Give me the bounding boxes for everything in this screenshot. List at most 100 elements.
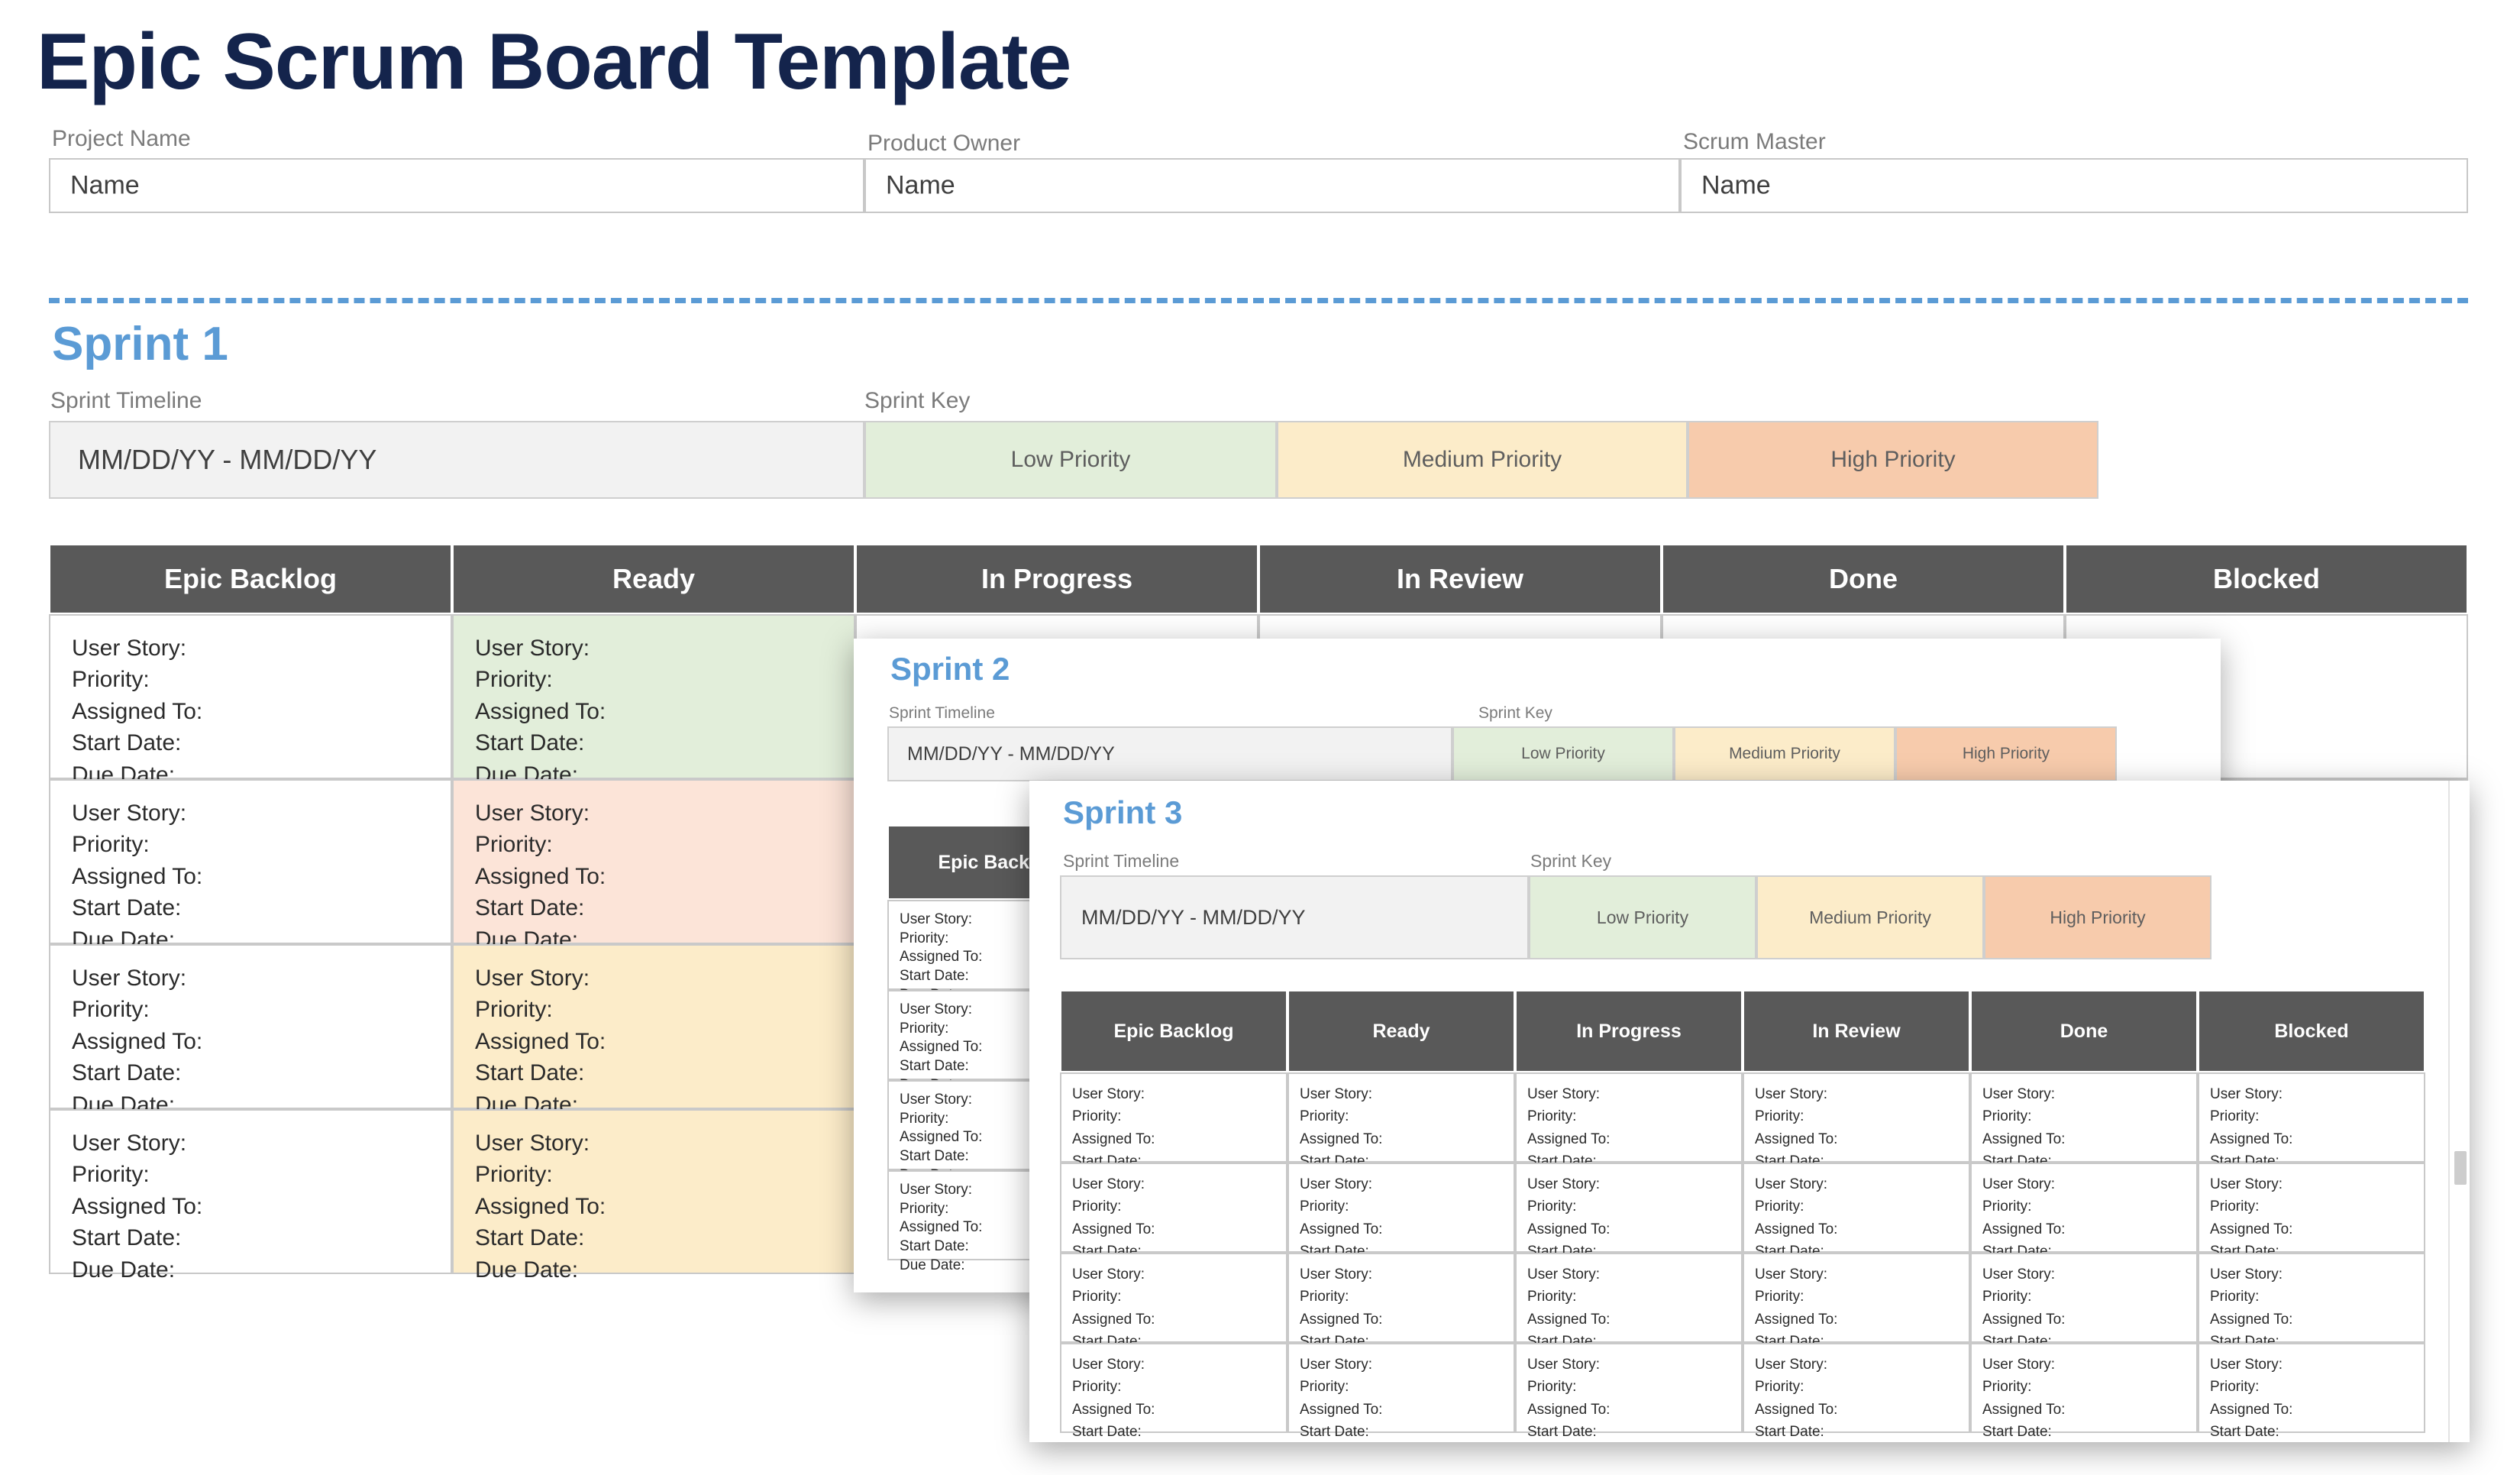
- story-card-field: Assigned To:: [1300, 1401, 1383, 1418]
- story-card-field: Priority:: [1527, 1108, 1577, 1125]
- story-card[interactable]: User Story:Priority:Assigned To:Start Da…: [1287, 1163, 1515, 1283]
- board-column-header: Done: [1662, 544, 2065, 614]
- vertical-scrollbar[interactable]: [2448, 781, 2470, 1442]
- story-card-field: Assigned To:: [2210, 1401, 2293, 1418]
- story-card-field: Priority:: [2210, 1198, 2260, 1215]
- story-card[interactable]: User Story:Priority:Assigned To:Start Da…: [452, 944, 855, 1118]
- story-card[interactable]: User Story:Priority:Assigned To:Start Da…: [1970, 1072, 2198, 1192]
- story-card-field: User Story:: [1755, 1086, 1828, 1102]
- story-card-field: User Story:: [1300, 1266, 1373, 1283]
- story-card-field: Start Date:: [2210, 1424, 2279, 1441]
- story-card[interactable]: User Story:Priority:Assigned To:Start Da…: [1287, 1343, 1515, 1440]
- story-card-field: Priority:: [72, 1162, 150, 1188]
- story-card-field: Start Date:: [475, 730, 585, 756]
- story-card-field: Assigned To:: [1982, 1401, 2066, 1418]
- story-card[interactable]: User Story:Priority:Assigned To:Start Da…: [1515, 1253, 1743, 1373]
- story-card-field: Priority:: [1755, 1198, 1804, 1215]
- story-card[interactable]: User Story:Priority:Assigned To:Start Da…: [452, 614, 855, 788]
- sprint-1-timeline-value[interactable]: MM/DD/YY - MM/DD/YY: [49, 421, 864, 499]
- story-card-field: Start Date:: [72, 730, 182, 756]
- sprint-2-key-medium: Medium Priority: [1674, 726, 1895, 781]
- sprint-2-timeline-value[interactable]: MM/DD/YY - MM/DD/YY: [887, 726, 1452, 781]
- story-card-field: Assigned To:: [1755, 1221, 1838, 1237]
- sprint-3-timeline-value[interactable]: MM/DD/YY - MM/DD/YY: [1060, 875, 1529, 959]
- story-card[interactable]: User Story:Priority:Assigned To:Start Da…: [1287, 1072, 1515, 1192]
- board-column-header: Epic Backlog: [49, 544, 452, 614]
- story-card[interactable]: User Story:Priority:Assigned To:Start Da…: [2198, 1163, 2425, 1283]
- story-card[interactable]: User Story:Priority:Assigned To:Start Da…: [1743, 1343, 1970, 1440]
- story-card[interactable]: User Story:Priority:Assigned To:Start Da…: [49, 1109, 452, 1283]
- story-card[interactable]: User Story:Priority:Assigned To:Start Da…: [1287, 1253, 1515, 1373]
- sprint-2-key-label: Sprint Key: [1478, 704, 1552, 722]
- story-card-field: User Story:: [475, 636, 590, 661]
- story-card-field: Assigned To:: [1527, 1401, 1611, 1418]
- story-card[interactable]: User Story:Priority:Assigned To:Start Da…: [1060, 1343, 1287, 1440]
- project-name-label: Project Name: [52, 126, 191, 151]
- story-card-field: Priority:: [2210, 1379, 2260, 1396]
- product-owner-field[interactable]: Name: [864, 158, 1680, 213]
- product-owner-value: Name: [886, 170, 955, 200]
- story-card-field: Start Date:: [1300, 1424, 1369, 1441]
- scrum-master-value: Name: [1701, 170, 1771, 200]
- story-card-field: Assigned To:: [1755, 1311, 1838, 1328]
- story-card[interactable]: User Story:Priority:Assigned To:Start Da…: [2198, 1343, 2425, 1440]
- story-card-field: Priority:: [1982, 1289, 2032, 1305]
- scrum-master-field[interactable]: Name: [1680, 158, 2468, 213]
- story-card-field: Priority:: [1755, 1289, 1804, 1305]
- sprint-2-key-high: High Priority: [1895, 726, 2117, 781]
- story-card-field: User Story:: [1300, 1357, 1373, 1373]
- story-card-field: Priority:: [475, 997, 553, 1023]
- story-card-field: Priority:: [1755, 1379, 1804, 1396]
- story-card[interactable]: User Story:Priority:Assigned To:Start Da…: [452, 1109, 855, 1283]
- story-card[interactable]: User Story:Priority:Assigned To:Start Da…: [1743, 1072, 1970, 1192]
- story-card-field: Priority:: [1072, 1379, 1122, 1396]
- sprint-3-board: Epic Backlog Ready In Progress In Review Don…: [1060, 990, 2428, 1440]
- sprint-1-title: Sprint 1: [52, 318, 228, 370]
- board-column-header: Epic Backlog: [1060, 990, 1287, 1072]
- story-card[interactable]: User Story:Priority:Assigned To:Start Da…: [452, 779, 855, 953]
- story-card[interactable]: User Story:Priority:Assigned To:Start Da…: [1515, 1163, 1743, 1283]
- story-card-field: User Story:: [1072, 1176, 1145, 1192]
- story-card[interactable]: User Story:Priority:Assigned To:Start Da…: [49, 944, 452, 1118]
- story-card[interactable]: User Story:Priority:Assigned To:Start Da…: [49, 779, 452, 953]
- story-card[interactable]: User Story:Priority:Assigned To:Start Da…: [49, 614, 452, 788]
- story-card-field: Assigned To:: [1755, 1131, 1838, 1147]
- sprint-1-key-low: Low Priority: [864, 421, 1277, 499]
- story-card[interactable]: User Story:Priority:Assigned To:Start Da…: [2198, 1253, 2425, 1373]
- story-card[interactable]: User Story:Priority:Assigned To:Start Da…: [1515, 1072, 1743, 1192]
- scrollbar-thumb[interactable]: [2454, 1150, 2467, 1185]
- sprint-3-key-label: Sprint Key: [1530, 851, 1612, 871]
- story-card-field: Assigned To:: [72, 698, 203, 724]
- sprint-3-title: Sprint 3: [1063, 794, 1183, 830]
- sprint-3-panel[interactable]: Sprint 3 Sprint Timeline Sprint Key MM/D…: [1029, 781, 2470, 1442]
- story-card-field: Assigned To:: [1527, 1221, 1611, 1237]
- board-column-header: Blocked: [2198, 990, 2425, 1072]
- story-card[interactable]: User Story:Priority:Assigned To:Start Da…: [1743, 1163, 1970, 1283]
- story-card-field: Priority:: [1982, 1198, 2032, 1215]
- story-card-field: Start Date:: [72, 1060, 182, 1086]
- story-card-field: Assigned To:: [1982, 1131, 2066, 1147]
- story-card-field: Priority:: [1072, 1198, 1122, 1215]
- story-card[interactable]: User Story:Priority:Assigned To:Start Da…: [1743, 1253, 1970, 1373]
- story-card-field: Priority:: [1300, 1198, 1349, 1215]
- story-card-field: Start Date:: [1072, 1424, 1142, 1441]
- story-card[interactable]: User Story:Priority:Assigned To:Start Da…: [1970, 1163, 2198, 1283]
- story-card[interactable]: User Story:Priority:Assigned To:Start Da…: [1060, 1072, 1287, 1192]
- story-card[interactable]: User Story:Priority:Assigned To:Start Da…: [1515, 1343, 1743, 1440]
- sprint-2-key-row: MM/DD/YY - MM/DD/YY Low Priority Medium …: [887, 726, 2117, 781]
- story-card-field: Assigned To:: [1527, 1311, 1611, 1328]
- story-card[interactable]: User Story:Priority:Assigned To:Start Da…: [1970, 1343, 2198, 1440]
- story-card-field: User Story:: [1982, 1357, 2056, 1373]
- story-card-field: Start Date:: [475, 1060, 585, 1086]
- story-card[interactable]: User Story:Priority:Assigned To:Start Da…: [2198, 1072, 2425, 1192]
- story-card-field: Start Date:: [72, 1225, 182, 1251]
- story-card[interactable]: User Story:Priority:Assigned To:Start Da…: [1060, 1163, 1287, 1283]
- story-card-field: Assigned To:: [1300, 1311, 1383, 1328]
- board-column-header: In Review: [1743, 990, 1970, 1072]
- story-card-field: User Story:: [72, 636, 187, 661]
- story-card[interactable]: User Story:Priority:Assigned To:Start Da…: [1060, 1253, 1287, 1373]
- story-card-field: User Story:: [2210, 1086, 2283, 1102]
- story-card-field: User Story:: [1300, 1176, 1373, 1192]
- project-name-field[interactable]: Name: [49, 158, 864, 213]
- story-card[interactable]: User Story:Priority:Assigned To:Start Da…: [1970, 1253, 2198, 1373]
